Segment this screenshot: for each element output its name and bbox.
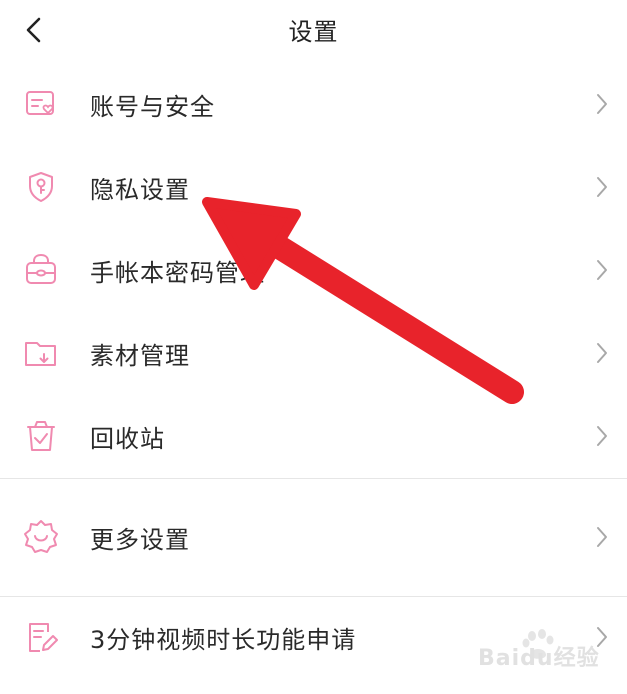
settings-item-label: 3分钟视频时长功能申请 [90, 625, 357, 654]
password-bag-icon [22, 251, 60, 289]
settings-item-account-security[interactable]: 账号与安全 [0, 66, 627, 142]
account-card-icon [22, 85, 60, 123]
settings-item-label: 素材管理 [90, 341, 190, 370]
top-bar: 设置 [0, 0, 627, 60]
page-title: 设置 [288, 18, 339, 46]
gear-icon [22, 518, 60, 556]
settings-item-label: 账号与安全 [90, 92, 215, 121]
settings-item-label: 隐私设置 [90, 175, 190, 204]
chevron-right-icon [592, 522, 612, 552]
watermark-text: Baidu经验 [478, 646, 600, 671]
settings-item-label: 更多设置 [90, 525, 190, 554]
settings-item-notebook-password[interactable]: 手帐本密码管理 [0, 232, 627, 308]
chevron-right-icon [592, 421, 612, 451]
settings-item-recycle-bin[interactable]: 回收站 [0, 398, 627, 474]
settings-item-privacy[interactable]: 隐私设置 [0, 149, 627, 225]
chevron-right-icon [592, 172, 612, 202]
settings-item-materials[interactable]: 素材管理 [0, 315, 627, 391]
folder-download-icon [22, 334, 60, 372]
chevron-right-icon [592, 255, 612, 285]
settings-item-label: 手帐本密码管理 [90, 258, 265, 287]
section-divider [0, 478, 627, 479]
recycle-bin-icon [22, 417, 60, 455]
settings-item-label: 回收站 [90, 424, 165, 453]
section-divider [0, 596, 627, 597]
chevron-right-icon [592, 338, 612, 368]
chevron-right-icon [592, 89, 612, 119]
baidu-watermark: Baidu经验 [478, 629, 618, 672]
settings-item-more-settings[interactable]: 更多设置 [0, 499, 627, 575]
privacy-shield-icon [22, 168, 60, 206]
document-edit-icon [22, 618, 60, 656]
